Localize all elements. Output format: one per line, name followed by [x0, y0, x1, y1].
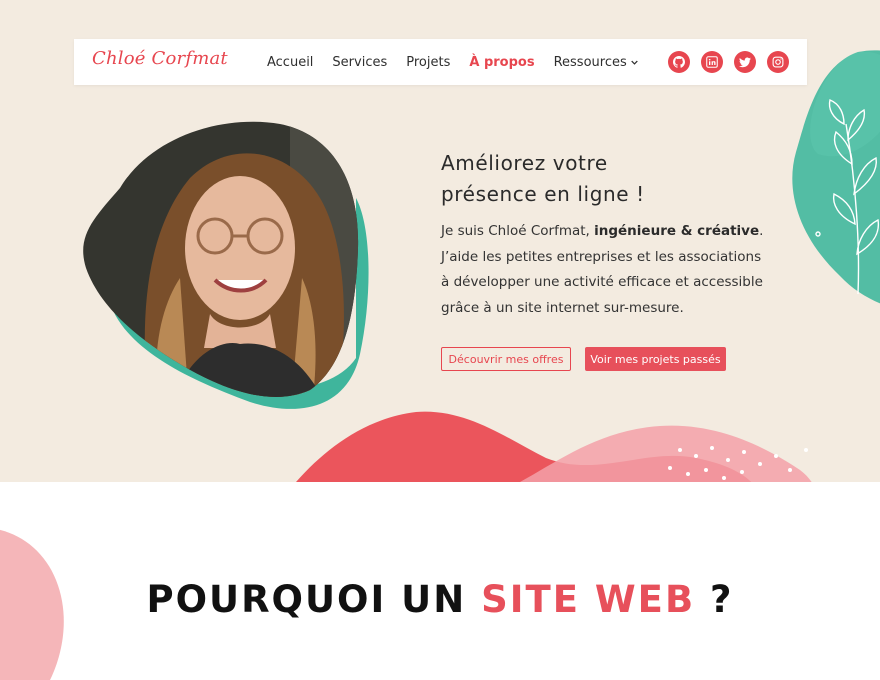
- nav-menu: Accueil Services Projets À propos Ressou…: [267, 39, 657, 85]
- section-title-end: ?: [695, 578, 734, 621]
- hero-description: Je suis Chloé Corfmat, ingénieure & créa…: [441, 219, 786, 322]
- nav-item-a-propos[interactable]: À propos: [469, 55, 534, 70]
- nav-item-services[interactable]: Services: [332, 55, 387, 70]
- hero-intro-line: Je suis Chloé Corfmat, ingénieure & créa…: [441, 219, 786, 245]
- hero-intro-bold: ingénieure & créative: [594, 223, 760, 239]
- github-link[interactable]: [668, 51, 690, 73]
- section-title-accent: SITE WEB: [481, 578, 696, 621]
- brand-logo[interactable]: Chloé Corfmat: [92, 48, 228, 69]
- section-title-start: POURQUOI UN: [146, 578, 482, 621]
- linkedin-link[interactable]: [701, 51, 723, 73]
- discover-offers-button[interactable]: Découvrir mes offres: [441, 347, 571, 371]
- nav-item-projets[interactable]: Projets: [406, 55, 450, 70]
- hero-line3: à développer une activité efficace et ac…: [441, 274, 763, 291]
- pink-dotted-blob: [520, 425, 812, 482]
- github-icon: [673, 56, 685, 68]
- hero-line2: J’aide les petites entreprises et les as…: [441, 248, 762, 265]
- portrait-photo: [83, 121, 369, 409]
- nav-item-ressources[interactable]: Ressources: [554, 55, 638, 70]
- hero-intro-suffix: .: [759, 223, 764, 239]
- nav-item-accueil[interactable]: Accueil: [267, 55, 313, 70]
- hero-intro-prefix: Je suis Chloé Corfmat,: [441, 223, 595, 239]
- hero-title: Améliorez votre présence en ligne !: [441, 148, 761, 210]
- twitter-link[interactable]: [734, 51, 756, 73]
- nav-item-ressources-label: Ressources: [553, 54, 627, 70]
- past-projects-button[interactable]: Voir mes projets passés: [585, 347, 726, 371]
- section-title: POURQUOI UN SITE WEB ?: [0, 578, 880, 621]
- chevron-down-icon: [631, 60, 638, 65]
- hero-title-line2: présence en ligne !: [441, 182, 645, 206]
- hero-line4: grâce à un site internet sur-mesure.: [441, 300, 684, 317]
- twitter-icon: [739, 57, 751, 68]
- instagram-link[interactable]: [767, 51, 789, 73]
- hero-section: Chloé Corfmat Accueil Services Projets À…: [0, 0, 880, 482]
- hero-title-line1: Améliorez votre: [441, 151, 608, 175]
- social-links: [657, 51, 789, 73]
- instagram-icon: [772, 56, 784, 68]
- linkedin-icon: [706, 56, 718, 68]
- navbar: Chloé Corfmat Accueil Services Projets À…: [74, 39, 807, 85]
